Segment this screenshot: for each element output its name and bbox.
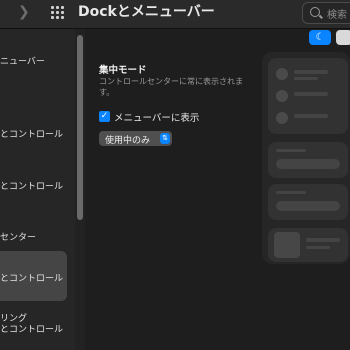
sidebar-item-label: とコントロール	[0, 274, 64, 284]
preview-dot	[276, 112, 288, 124]
visibility-popup-button[interactable]: 使用中のみ ⇅	[99, 131, 172, 146]
sidebar-item[interactable]: とコントロール	[0, 179, 75, 193]
search-placeholder: 検索	[327, 10, 347, 21]
preview-line	[294, 77, 318, 80]
sidebar-item[interactable]: ニューバー	[0, 54, 75, 68]
display-icon[interactable]	[336, 30, 350, 45]
preview-line	[294, 92, 328, 96]
moon-icon[interactable]: ☾	[309, 30, 331, 45]
preview-card	[268, 184, 348, 220]
control-center-preview	[262, 52, 350, 264]
sidebar-item-label: とコントロール	[0, 130, 64, 140]
preview-card	[268, 228, 348, 262]
preview-dot	[276, 68, 288, 80]
sidebar-item[interactable]: センター	[0, 230, 75, 244]
sidebar-item-label: とコントロール	[0, 325, 64, 335]
sidebar-item-label: センター	[0, 233, 37, 243]
window-toolbar: ❯ Dockとメニューバー 検索	[0, 0, 350, 29]
sidebar-item-label: とコントロール	[0, 182, 64, 192]
sidebar-item[interactable]	[0, 91, 75, 105]
sidebar-item[interactable]: とコントロール	[0, 127, 75, 141]
show-in-menubar-checkbox[interactable]: ✓	[99, 111, 110, 122]
preview-line	[306, 246, 330, 249]
preview-line	[294, 114, 328, 118]
show-in-menubar-label: メニューバーに表示	[114, 113, 200, 124]
preview-slider	[276, 201, 340, 211]
preview-square	[274, 232, 300, 258]
sidebar-item-label: ニューバー	[0, 57, 45, 67]
preview-line	[276, 149, 306, 152]
window-title: Dockとメニューバー	[78, 4, 215, 20]
preview-slider	[276, 159, 340, 169]
preview-card	[268, 58, 348, 134]
sidebar-item-selected[interactable]: とコントロール	[0, 251, 67, 301]
preview-dot	[276, 90, 288, 102]
preview-card	[268, 142, 348, 178]
search-icon	[310, 7, 320, 17]
section-description: コントロールセンターに常に表示されます。	[99, 77, 243, 97]
sidebar: ニューバー とコントロール とコントロール センター とコントロール リング と…	[0, 29, 75, 350]
popup-value: 使用中のみ	[105, 136, 151, 146]
preview-line	[306, 238, 340, 242]
grid-icon[interactable]	[51, 6, 65, 20]
chevron-right-icon[interactable]: ❯	[18, 3, 32, 21]
sidebar-scrollbar-thumb[interactable]	[77, 35, 83, 220]
section-title: 集中モード	[99, 65, 147, 76]
preview-line	[276, 191, 306, 194]
chevron-up-down-icon: ⇅	[160, 133, 170, 144]
search-field[interactable]: 検索	[302, 2, 350, 24]
preview-line	[294, 70, 328, 74]
sidebar-item[interactable]: とコントロール	[0, 322, 75, 336]
